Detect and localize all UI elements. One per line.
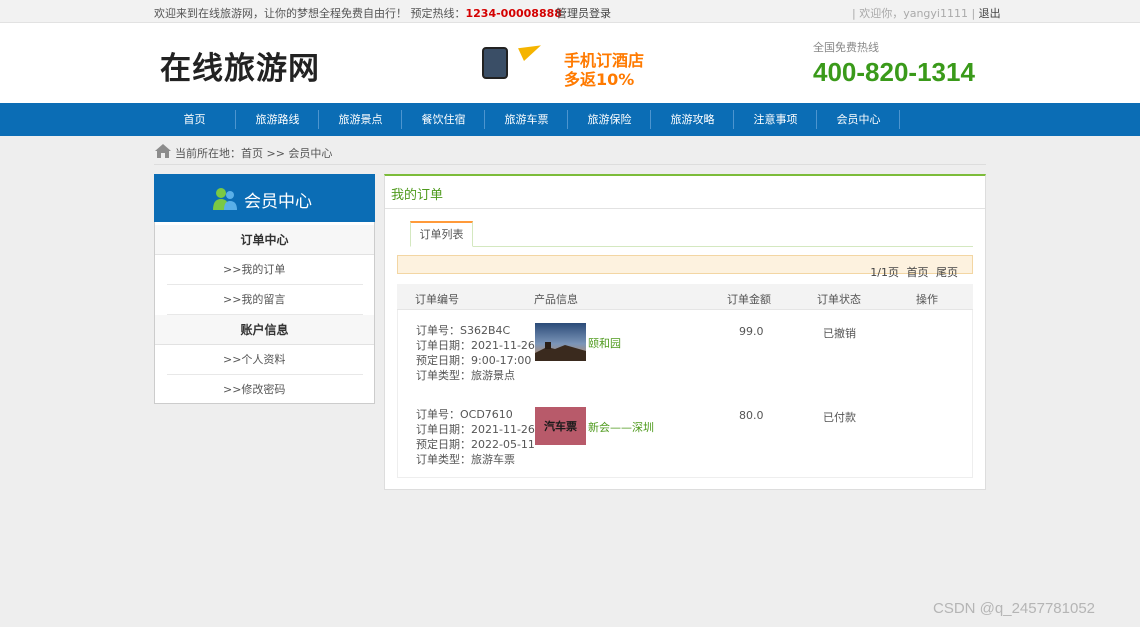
user-greeting: | 欢迎你，yangyi1111 | xyxy=(852,7,976,20)
sidebar-group-account: 账户信息 xyxy=(155,315,374,345)
order-date: 订单日期：2021-11-26 xyxy=(416,423,535,436)
table-header: 订单编号 产品信息 订单金额 订单状态 操作 xyxy=(397,284,973,310)
logout-link[interactable]: 退出 xyxy=(979,7,1001,20)
order-type: 订单类型：旅游景点 xyxy=(416,369,515,382)
column-amount: 订单金额 xyxy=(727,293,771,306)
free-hotline-label: 全国免费热线 xyxy=(813,41,879,54)
phone-icon xyxy=(482,47,508,79)
order-number: 订单号：S362B4C xyxy=(416,324,511,337)
nav-separator xyxy=(899,110,900,129)
table-row: 订单号：S362B4C 订单日期：2021-11-26 预定日期：9:00-17… xyxy=(398,323,974,407)
nav-item-routes[interactable]: 旅游路线 xyxy=(236,103,319,136)
pagination-bar: 1/1页 首页 尾页 xyxy=(397,255,973,279)
column-actions: 操作 xyxy=(916,293,938,306)
booking-date: 预定日期：2022-05-11 xyxy=(416,438,535,451)
order-status: 已撤销 xyxy=(823,327,856,340)
home-icon xyxy=(155,144,171,158)
nav-item-attractions[interactable]: 旅游景点 xyxy=(319,103,402,136)
order-type: 订单类型：旅游车票 xyxy=(416,453,515,466)
mobile-hotel-promo[interactable]: 手机订酒店 多返10% xyxy=(482,39,652,89)
thumbnail-text: 汽车票 xyxy=(544,419,577,433)
csdn-watermark: CSDN @q_2457781052 xyxy=(933,600,1096,617)
nav-item-notes[interactable]: 注意事项 xyxy=(734,103,817,136)
breadcrumb: 当前所在地：首页 >> 会员中心 xyxy=(154,143,986,165)
column-order-no: 订单编号 xyxy=(415,293,459,306)
tab-bar: 订单列表 xyxy=(410,221,973,247)
promo-line2: 多返10% xyxy=(564,70,635,89)
hotline-number: 1234-00008888 xyxy=(465,7,562,20)
sidebar-group-orders: 订单中心 xyxy=(155,225,374,255)
product-name-link[interactable]: 颐和园 xyxy=(588,335,621,351)
users-icon xyxy=(213,188,237,210)
product-name-link[interactable]: 新会——深圳 xyxy=(588,419,654,435)
orders-panel: 我的订单 订单列表 1/1页 首页 尾页 订单编号 产品信息 订单金额 订单状态… xyxy=(384,174,986,490)
user-area: | 欢迎你，yangyi1111 | 退出 xyxy=(852,5,1001,21)
order-info: 订单号：OCD7610 订单日期：2021-11-26 预定日期：2022-05… xyxy=(416,407,535,467)
order-amount: 80.0 xyxy=(739,409,764,422)
order-info: 订单号：S362B4C 订单日期：2021-11-26 预定日期：9:00-17… xyxy=(416,323,535,383)
breadcrumb-text: 当前所在地：首页 >> 会员中心 xyxy=(175,147,333,160)
nav-item-member[interactable]: 会员中心 xyxy=(817,103,900,136)
sidebar-item-change-password[interactable]: >>修改密码 xyxy=(167,375,363,405)
welcome-text: 欢迎来到在线旅游网，让你的梦想全程免费自由行！ 预定热线：1234-000088… xyxy=(154,7,562,20)
product-thumbnail[interactable] xyxy=(535,323,586,361)
main-nav: 首页 旅游路线 旅游景点 餐饮住宿 旅游车票 旅游保险 旅游攻略 注意事项 会员… xyxy=(0,103,1140,136)
nav-item-tickets[interactable]: 旅游车票 xyxy=(485,103,568,136)
site-header: 在线旅游网 手机订酒店 多返10% 全国免费热线 400-820-1314 xyxy=(0,23,1140,103)
nav-item-dining[interactable]: 餐饮住宿 xyxy=(402,103,485,136)
order-list: 订单号：S362B4C 订单日期：2021-11-26 预定日期：9:00-17… xyxy=(397,310,973,478)
booking-date: 预定日期：9:00-17:00 xyxy=(416,354,532,367)
order-status: 已付款 xyxy=(823,411,856,424)
column-product: 产品信息 xyxy=(534,293,578,306)
site-logo[interactable]: 在线旅游网 xyxy=(160,43,320,88)
admin-login-link[interactable]: 管理员登录 xyxy=(556,5,611,21)
nav-item-guides[interactable]: 旅游攻略 xyxy=(651,103,734,136)
sidebar-title: 会员中心 xyxy=(244,192,312,212)
sidebar-item-my-messages[interactable]: >>我的留言 xyxy=(167,285,363,315)
order-amount: 99.0 xyxy=(739,325,764,338)
nav-item-home[interactable]: 首页 xyxy=(153,103,236,136)
pagination-text[interactable]: 1/1页 首页 尾页 xyxy=(870,264,958,280)
top-bar: 欢迎来到在线旅游网，让你的梦想全程免费自由行！ 预定热线：1234-000088… xyxy=(0,0,1140,23)
sidebar-item-profile[interactable]: >>个人资料 xyxy=(167,345,363,375)
nav-item-insurance[interactable]: 旅游保险 xyxy=(568,103,651,136)
order-number: 订单号：OCD7610 xyxy=(416,408,513,421)
table-row: 订单号：OCD7610 订单日期：2021-11-26 预定日期：2022-05… xyxy=(398,407,974,491)
member-sidebar: 会员中心 订单中心 >>我的订单 >>我的留言 账户信息 >>个人资料 >>修改… xyxy=(154,174,375,404)
product-thumbnail[interactable]: 汽车票 xyxy=(535,407,586,445)
panel-title: 我的订单 xyxy=(391,188,444,203)
free-hotline-number: 400-820-1314 xyxy=(813,57,975,87)
free-hotline: 全国免费热线 400-820-1314 xyxy=(813,39,975,88)
order-date: 订单日期：2021-11-26 xyxy=(416,339,535,352)
panel-divider xyxy=(385,208,985,209)
column-status: 订单状态 xyxy=(817,293,861,306)
paper-plane-icon xyxy=(518,39,544,61)
sidebar-header: 会员中心 xyxy=(154,174,375,222)
sidebar-item-my-orders[interactable]: >>我的订单 xyxy=(167,255,363,285)
tab-order-list[interactable]: 订单列表 xyxy=(410,221,473,247)
